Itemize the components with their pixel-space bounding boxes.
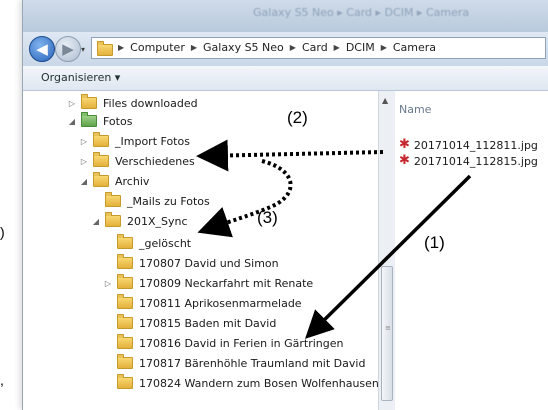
navigation-bar: ◀ ▶ ▾ ▶ Computer ▶ Galaxy S5 Neo ▶ Card … xyxy=(23,32,548,66)
tree-item-label: 170811 Aprikosenmarmelade xyxy=(139,296,302,310)
folder-icon xyxy=(117,294,133,309)
expand-icon[interactable]: ▷ xyxy=(103,279,113,288)
folder-icon xyxy=(117,254,133,269)
file-item[interactable]: ✱ 20171014_112815.jpg xyxy=(399,153,538,169)
annotation-label-3: (3) xyxy=(257,208,278,227)
tree-item-label: 170807 David und Simon xyxy=(139,256,279,270)
nav-pane-scrollbar[interactable]: ▲ ≡ xyxy=(378,91,396,410)
tree-item[interactable]: ▷ _Import Fotos xyxy=(79,131,190,151)
chevron-right-icon: ▶ xyxy=(190,43,197,52)
jpg-file-icon: ✱ xyxy=(399,153,410,168)
tree-item-label: Verschiedenes xyxy=(115,154,195,168)
folder-icon xyxy=(97,41,119,60)
explorer-window: Galaxy S5 Neo ▸ Card ▸ DCIM ▸ Camera ◀ ▶… xyxy=(22,0,548,410)
file-list-pane: Name ✱ 20171014_112811.jpg ✱ 20171014_1128… xyxy=(395,91,548,410)
tree-item-label: _Import Fotos xyxy=(115,134,190,148)
tree-item[interactable]: ◢ 201X_Sync xyxy=(91,211,188,231)
breadcrumb-item[interactable]: Computer xyxy=(130,41,185,55)
tree-item[interactable]: 170811 Aprikosenmarmelade xyxy=(103,293,302,313)
chevron-right-icon: ▶ xyxy=(118,43,125,52)
tree-item[interactable]: 170807 David und Simon xyxy=(103,253,279,273)
tree-item-label: 170816 David in Ferien in Gärtringen xyxy=(139,336,344,350)
tree-item-label: 170817 Bärenhöhle Traumland mit David xyxy=(139,356,366,370)
tree-item[interactable]: ▷ 170809 Neckarfahrt mit Renate xyxy=(103,273,313,293)
file-item[interactable]: ✱ 20171014_112811.jpg xyxy=(399,137,538,153)
forward-arrow-icon: ▶ xyxy=(62,40,74,58)
tree-item[interactable]: 170816 David in Ferien in Gärtringen xyxy=(103,333,343,353)
collapse-icon[interactable]: ◢ xyxy=(79,177,89,186)
tree-item-label: 170809 Neckarfahrt mit Renate xyxy=(139,276,314,290)
breadcrumb-item[interactable]: Galaxy S5 Neo xyxy=(203,41,284,55)
folder-icon xyxy=(117,374,133,389)
collapse-icon[interactable]: ◢ xyxy=(67,117,77,126)
annotation-label-1: (1) xyxy=(424,233,445,252)
tree-item[interactable]: ◢ Archiv xyxy=(79,171,149,191)
file-name: 20171014_112815.jpg xyxy=(413,154,538,168)
grip-icon: ≡ xyxy=(385,324,391,332)
chevron-right-icon: ▶ xyxy=(333,43,340,52)
tree-item[interactable]: ◢ Fotos xyxy=(67,111,132,131)
command-toolbar: Organisieren ▾ xyxy=(23,66,548,91)
expand-icon[interactable]: ▷ xyxy=(79,137,89,146)
folder-icon xyxy=(105,192,121,207)
folder-icon xyxy=(105,212,121,227)
edge-comma-mark: , xyxy=(0,372,4,388)
tree-item[interactable]: 170824 Wandern zum Bosen Wolfenhausen xyxy=(103,373,379,393)
folder-icon xyxy=(93,132,109,147)
scroll-up-arrow-icon[interactable]: ▲ xyxy=(382,96,388,105)
breadcrumb: ▶ Computer ▶ Galaxy S5 Neo ▶ Card ▶ DCIM… xyxy=(118,41,436,55)
tree-item[interactable]: ▷ Verschiedenes xyxy=(79,151,195,171)
tree-item-label: Fotos xyxy=(103,114,133,128)
expand-icon[interactable]: ▷ xyxy=(79,157,89,166)
folder-icon xyxy=(117,334,133,349)
tree-item-label: _gelöscht xyxy=(139,236,192,250)
tree-item[interactable]: 170817 Bärenhöhle Traumland mit David xyxy=(103,353,365,373)
tree-item-label: 170815 Baden mit David xyxy=(139,316,277,330)
tree-item[interactable]: _Mails zu Fotos xyxy=(91,191,210,211)
navigation-pane: ▷ Files downloaded ◢ Fotos ▷ _Import Fotos … xyxy=(23,91,379,410)
jpg-file-icon: ✱ xyxy=(399,137,410,152)
tree-item[interactable]: ▷ Files downloaded xyxy=(67,93,198,113)
back-arrow-icon: ◀ xyxy=(36,40,48,58)
tree-item[interactable]: 170815 Baden mit David xyxy=(103,313,276,333)
breadcrumb-item[interactable]: Camera xyxy=(393,41,436,55)
folder-icon xyxy=(117,314,133,329)
folder-icon xyxy=(93,152,109,167)
folder-icon xyxy=(117,234,133,249)
tree-item-label: 201X_Sync xyxy=(127,214,188,228)
window-title: Galaxy S5 Neo ▸ Card ▸ DCIM ▸ Camera xyxy=(253,6,470,19)
breadcrumb-item[interactable]: DCIM xyxy=(346,41,375,55)
tree-item-label: 170824 Wandern zum Bosen Wolfenhausen xyxy=(139,376,379,390)
edge-paren-mark: ) xyxy=(0,224,5,240)
collapse-icon[interactable]: ◢ xyxy=(91,217,101,226)
chevron-right-icon: ▶ xyxy=(289,43,296,52)
back-button[interactable]: ◀ xyxy=(29,36,55,62)
folder-icon xyxy=(81,94,97,109)
annotation-label-2: (2) xyxy=(287,108,308,127)
recent-pages-chevron-icon[interactable]: ▾ xyxy=(81,45,85,54)
organize-button[interactable]: Organisieren ▾ xyxy=(41,71,120,84)
title-bar[interactable]: Galaxy S5 Neo ▸ Card ▸ DCIM ▸ Camera xyxy=(23,0,548,32)
folder-icon xyxy=(93,172,109,187)
breadcrumb-item[interactable]: Card xyxy=(302,41,328,55)
tree-item-label: Files downloaded xyxy=(103,96,198,110)
chevron-right-icon: ▶ xyxy=(380,43,387,52)
file-name: 20171014_112811.jpg xyxy=(413,138,538,152)
expand-icon[interactable]: ▷ xyxy=(67,99,77,108)
name-column-header[interactable]: Name xyxy=(399,103,431,116)
tree-item-label: _Mails zu Fotos xyxy=(127,194,210,208)
folder-icon xyxy=(117,354,133,369)
library-folder-icon xyxy=(81,112,97,127)
scrollbar-thumb[interactable]: ≡ xyxy=(381,266,393,401)
tree-item[interactable]: _gelöscht xyxy=(103,233,191,253)
tree-item-label: Archiv xyxy=(115,174,150,188)
address-bar[interactable]: ▶ Computer ▶ Galaxy S5 Neo ▶ Card ▶ DCIM… xyxy=(91,37,546,59)
forward-button[interactable]: ▶ xyxy=(55,36,81,62)
folder-icon xyxy=(117,274,133,289)
